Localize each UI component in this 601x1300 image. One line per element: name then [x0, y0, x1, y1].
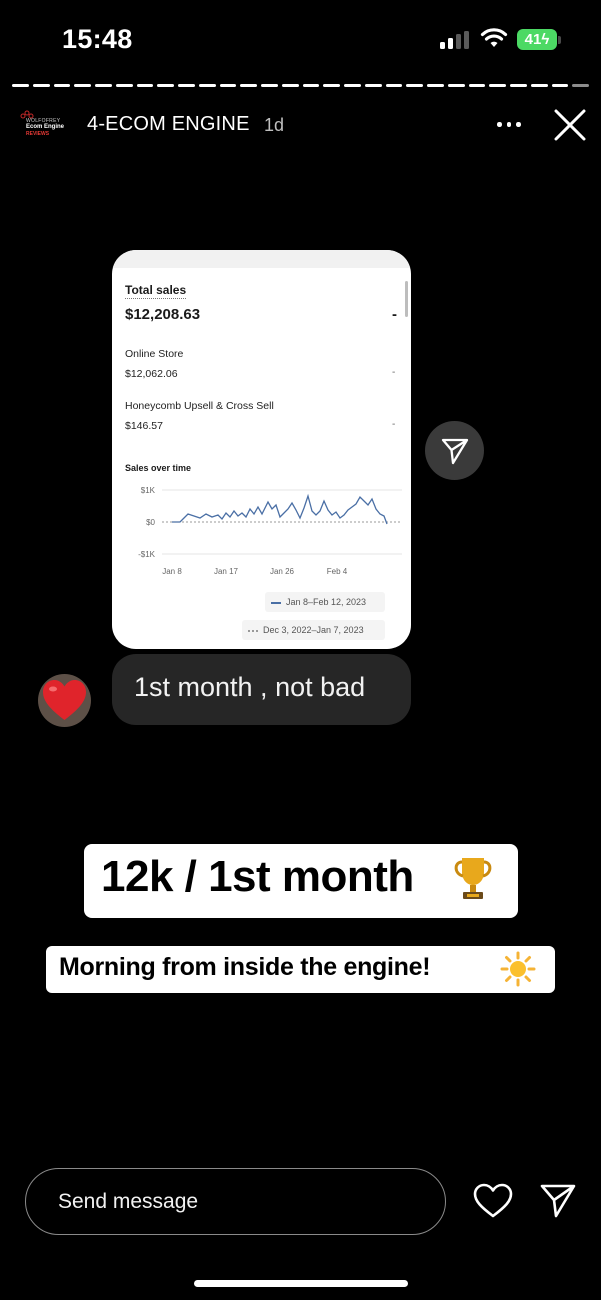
send-message-input[interactable] [25, 1168, 446, 1235]
x-tick-label: Jan 8 [162, 567, 182, 576]
sales-chart: $1K $0 -$1K Jan 8 Jan 17 Jan 26 Feb 4 [138, 486, 402, 576]
battery-nub [558, 36, 561, 44]
account-name[interactable]: 4-ECOM ENGINE [87, 113, 250, 136]
story-age: 1d [264, 115, 285, 135]
legend-previous: Dec 3, 2022–Jan 7, 2023 [242, 620, 385, 640]
chart-title: Sales over time [125, 463, 192, 473]
row-label: Honeycomb Upsell & Cross Sell [125, 400, 274, 412]
y-tick-label: $0 [146, 518, 155, 527]
x-tick-label: Jan 17 [214, 567, 239, 576]
legend-previous-label: Dec 3, 2022–Jan 7, 2023 [263, 625, 364, 635]
row-change: - [392, 367, 396, 378]
card-top-band [112, 250, 411, 268]
battery-indicator: 41ϟ [517, 29, 557, 50]
legend-current-label: Jan 8–Feb 12, 2023 [286, 597, 367, 607]
y-tick-label: -$1K [138, 550, 156, 559]
send-icon[interactable] [538, 1180, 578, 1220]
logo-line-3: REVIEWS [26, 131, 50, 137]
row-value: $12,062.06 [125, 368, 178, 380]
battery-level: 41 [524, 31, 542, 48]
heart-emoji-icon [43, 680, 86, 720]
row-label: Online Store [125, 348, 184, 360]
current-period-line [172, 493, 388, 525]
legend-current: Jan 8–Feb 12, 2023 [265, 592, 385, 612]
row-change: - [392, 419, 396, 430]
logo-line-2: Ecom Engine [26, 124, 65, 130]
x-tick-label: Jan 26 [270, 567, 295, 576]
charging-bolt-icon: ϟ [541, 31, 550, 48]
home-indicator [194, 1280, 408, 1287]
ellipsis-icon[interactable] [495, 113, 523, 135]
subline-sticker-text: Morning from inside the engine! [59, 953, 431, 981]
reply-text: 1st month , not bad [134, 672, 366, 702]
heart-icon[interactable] [472, 1182, 514, 1220]
scrollbar-thumb [405, 281, 408, 317]
sun-icon [500, 951, 536, 987]
total-sales-change: - [392, 306, 397, 323]
row-value: $146.57 [125, 420, 163, 432]
headline-sticker-text: 12k / 1st month [101, 852, 414, 901]
wifi-icon [480, 28, 508, 47]
total-sales-value: $12,208.63 [125, 306, 201, 323]
send-icon [441, 438, 469, 465]
share-post-button[interactable] [425, 421, 484, 480]
signal-icon [440, 31, 470, 49]
y-tick-label: $1K [141, 486, 156, 495]
story-progress [12, 84, 589, 87]
shared-post-card[interactable]: Total sales $12,208.63 - Online Store $1… [112, 250, 411, 649]
x-tick-label: Feb 4 [327, 567, 348, 576]
trophy-icon [454, 858, 492, 899]
status-time: 15:48 [62, 24, 133, 54]
reply-avatar [38, 674, 91, 727]
total-sales-label: Total sales [125, 283, 187, 299]
account-avatar[interactable]: WOLFOFREY Ecom Engine REVIEWS [20, 109, 70, 139]
close-icon[interactable] [551, 106, 589, 144]
